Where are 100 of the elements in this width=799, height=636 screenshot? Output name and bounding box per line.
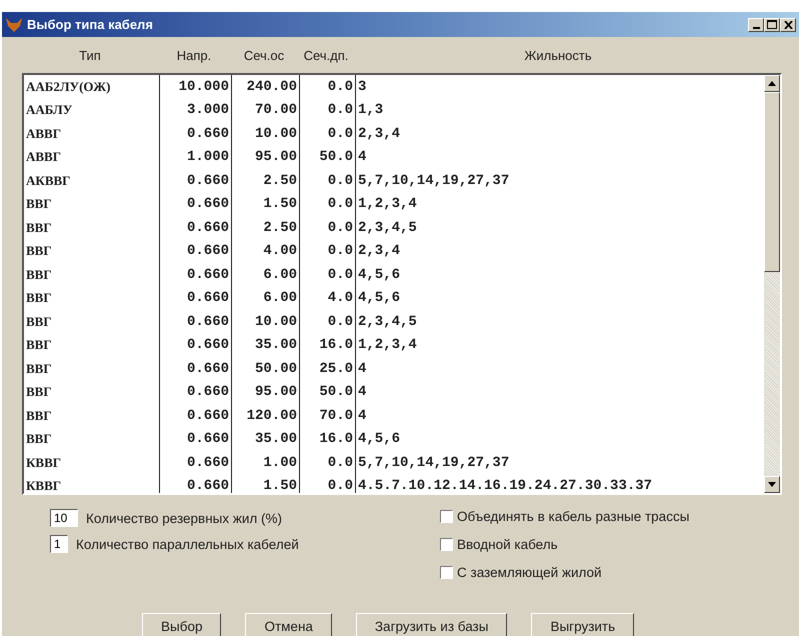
table-cell: 0.0 <box>300 75 356 98</box>
scroll-down-icon[interactable] <box>764 476 780 493</box>
scroll-thumb[interactable] <box>764 92 780 272</box>
table-cell: ВВГ <box>24 404 160 428</box>
table-cell: 0.660 <box>160 286 232 310</box>
table-cell: 35.00 <box>232 428 300 451</box>
table-cell-text: 4 <box>357 383 368 402</box>
maximize-button[interactable] <box>764 18 780 32</box>
table-cell: КВВГ <box>24 474 160 493</box>
table-cell: 0.0 <box>300 474 356 493</box>
table-cell: 0.0 <box>300 451 356 474</box>
table-cell-text: 4.5.7.10.12.14.16.19.24.27.30.33.37 <box>357 477 654 493</box>
table-cell: 0.0 <box>300 98 356 122</box>
column-header[interactable]: Сеч.ос <box>230 48 298 62</box>
table-cell-text: 2,3,4 <box>357 242 402 262</box>
column-header[interactable]: Напр. <box>158 48 230 62</box>
checkbox[interactable] <box>440 538 453 551</box>
maximize-icon <box>767 20 777 29</box>
table-cell: 16.0 <box>300 428 356 451</box>
table-cell: ААБЛУ <box>24 98 160 122</box>
table-cell: 1.00 <box>232 451 300 474</box>
table-cell-text: 1,2,3,4 <box>357 195 418 214</box>
table-cell: ВВГ <box>24 428 160 451</box>
table-cell: 10.00 <box>232 122 300 146</box>
checkbox-label[interactable]: Объединять в кабель разные трассы <box>457 509 690 524</box>
table-cell: 50.00 <box>232 357 300 380</box>
scrollbar[interactable] <box>764 75 780 493</box>
table-cell: 4.00 <box>232 240 300 263</box>
table-cell-text: 2,3,4,5 <box>357 218 418 238</box>
dialog-button[interactable]: Отмена <box>245 613 332 636</box>
dialog-button[interactable]: Загрузить из базы <box>356 613 508 636</box>
table-cell: 0.660 <box>160 216 232 240</box>
table-cell: 95.00 <box>232 380 300 404</box>
table-cell-text: 4 <box>357 360 368 379</box>
table-cell: ВВГ <box>24 192 160 216</box>
table-cell: 0.0 <box>300 122 356 146</box>
table-cell: 95.00 <box>232 146 300 169</box>
table-cell: 0.660 <box>160 428 232 451</box>
table-cell-text: 1,2,3,4 <box>357 336 418 356</box>
window-title: Выбор типа кабеля <box>27 17 154 32</box>
table-cell: 0.660 <box>160 474 232 493</box>
table-cell-text: 4,5,6 <box>357 430 402 450</box>
table-cell: ВВГ <box>24 380 160 404</box>
table-cell: 0.660 <box>160 357 232 380</box>
table-cell: ВВГ <box>24 310 160 334</box>
table-cell: 3.000 <box>160 98 232 122</box>
checkbox-label[interactable]: Вводной кабель <box>457 537 558 552</box>
table-cell: 6.00 <box>232 286 300 310</box>
table-cell: 0.0 <box>300 263 356 286</box>
column-header[interactable]: Жильность <box>354 48 762 62</box>
column-header[interactable]: Сеч.дп. <box>298 48 354 62</box>
checkbox[interactable] <box>440 566 453 579</box>
table-cell: 4.0 <box>300 286 356 310</box>
table-cell: 1.000 <box>160 146 232 169</box>
table-cell: АКВВГ <box>24 169 160 192</box>
table-cell-text: 2,3,4,5 <box>357 312 418 332</box>
close-button[interactable] <box>780 18 796 32</box>
number-field[interactable]: 10 <box>50 509 78 527</box>
table-cell: 120.00 <box>232 404 300 428</box>
table-cell: 0.0 <box>300 169 356 192</box>
table-cell-text: 2,3,4 <box>357 124 402 144</box>
table-cell: 0.660 <box>160 334 232 357</box>
table-cell-text: 4,5,6 <box>357 266 402 285</box>
table-cell: 0.0 <box>300 240 356 263</box>
table-cell: 0.0 <box>300 310 356 334</box>
table-cell: ВВГ <box>24 240 160 263</box>
table-cell-text: 4,5,6 <box>357 289 402 308</box>
table-cell: АВВГ <box>24 146 160 169</box>
table-cell: 240.00 <box>232 75 300 98</box>
table-cell: 0.660 <box>160 380 232 404</box>
table-cell-text: 1,3 <box>357 101 384 120</box>
checkbox[interactable] <box>440 510 453 523</box>
table-cell: 35.00 <box>232 334 300 357</box>
table-cell: 0.660 <box>160 404 232 428</box>
table-cell: 16.0 <box>300 334 356 357</box>
table-cell: ААБ2ЛУ(ОЖ) <box>24 75 160 98</box>
number-field[interactable]: 1 <box>50 535 68 553</box>
table-cell: 0.660 <box>160 451 232 474</box>
table-cell: 0.660 <box>160 192 232 216</box>
table-cell: 0.660 <box>160 310 232 334</box>
table-cell: 50.0 <box>300 380 356 404</box>
table-cell: 50.0 <box>300 146 356 169</box>
table-cell: 0.0 <box>300 216 356 240</box>
table-cell: 70.00 <box>232 98 300 122</box>
minimize-button[interactable] <box>748 18 764 32</box>
table-cell: 6.00 <box>232 263 300 286</box>
scroll-up-icon[interactable] <box>764 75 780 92</box>
close-icon <box>784 20 792 28</box>
table-cell-text: 5,7,10,14,19,27,37 <box>357 172 510 191</box>
table-cell: 25.0 <box>300 357 356 380</box>
table-cell: 2.50 <box>232 169 300 192</box>
table-cell: 0.660 <box>160 263 232 286</box>
dialog-button[interactable]: Выгрузить <box>531 613 634 636</box>
table-cell: КВВГ <box>24 451 160 474</box>
dialog-button[interactable]: Выбор <box>142 613 222 636</box>
column-header[interactable]: Тип <box>22 48 158 62</box>
table-cell: 10.00 <box>232 310 300 334</box>
table-cell-text: 4 <box>357 406 368 426</box>
checkbox-label[interactable]: С заземляющей жилой <box>457 565 602 580</box>
table-cell: 0.660 <box>160 240 232 263</box>
